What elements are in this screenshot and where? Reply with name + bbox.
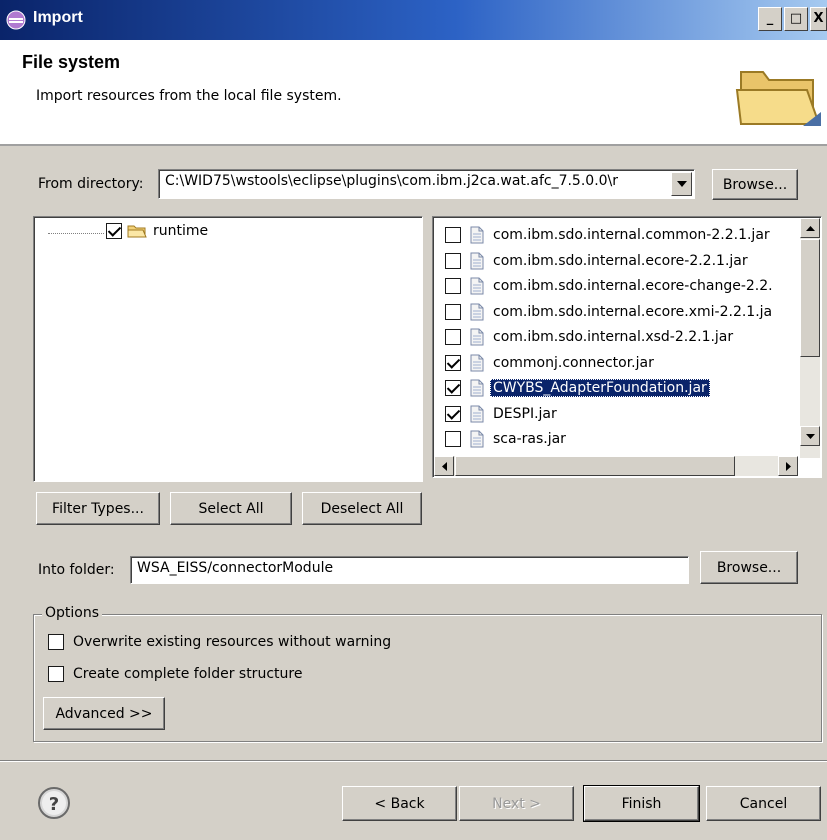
chevron-down-icon bbox=[676, 181, 687, 187]
file-icon bbox=[470, 252, 484, 269]
file-checkbox[interactable] bbox=[445, 354, 461, 371]
file-list-item[interactable]: sca-ras.jar bbox=[445, 427, 569, 451]
folder-icon bbox=[127, 225, 147, 238]
overwrite-label: Overwrite existing resources without war… bbox=[73, 634, 392, 650]
file-list-item[interactable]: CWYBS_AdapterFoundation.jar bbox=[445, 376, 710, 400]
file-name: DESPI.jar bbox=[493, 405, 557, 422]
file-name: com.ibm.sdo.internal.ecore-change-2.2. bbox=[493, 278, 773, 294]
file-name: com.ibm.sdo.internal.xsd-2.2.1.jar bbox=[493, 329, 734, 345]
file-icon bbox=[470, 277, 484, 295]
tree-item-label: runtime bbox=[153, 223, 209, 239]
into-folder-label: Into folder: bbox=[38, 562, 115, 578]
options-legend: Options bbox=[42, 605, 103, 621]
file-list-item[interactable]: com.ibm.sdo.internal.ecore-change-2.2. bbox=[445, 274, 776, 298]
file-checkbox[interactable] bbox=[445, 380, 461, 396]
tree-item-runtime[interactable]: runtime bbox=[106, 223, 208, 239]
tree-item-checkbox[interactable] bbox=[106, 223, 122, 239]
tree-connector bbox=[48, 233, 104, 234]
file-list-item[interactable]: com.ibm.sdo.internal.ecore-2.2.1.jar bbox=[445, 249, 751, 273]
minimize-button[interactable]: _ bbox=[758, 7, 782, 31]
create-structure-option[interactable]: Create complete folder structure bbox=[48, 666, 302, 682]
file-list-item[interactable]: com.ibm.sdo.internal.common-2.2.1.jar bbox=[445, 223, 773, 247]
page-description: Import resources from the local file sys… bbox=[36, 88, 342, 104]
file-checkbox[interactable] bbox=[445, 227, 461, 243]
import-dialog: Import _ □ X File system Import resource… bbox=[0, 0, 827, 840]
into-folder-input[interactable]: WSA_EISS/connectorModule bbox=[130, 556, 689, 584]
into-folder-value: WSA_EISS/connectorModule bbox=[137, 560, 334, 576]
vertical-scroll-thumb[interactable] bbox=[800, 239, 820, 357]
file-list-item[interactable]: commonj.connector.jar bbox=[445, 351, 657, 375]
file-checkbox[interactable] bbox=[445, 252, 461, 269]
horizontal-scroll-thumb[interactable] bbox=[455, 456, 735, 476]
file-checkbox[interactable] bbox=[445, 431, 461, 447]
folder-icon bbox=[735, 71, 821, 126]
file-checkbox[interactable] bbox=[445, 278, 461, 294]
file-list-item[interactable]: DESPI.jar bbox=[445, 402, 560, 426]
scroll-down-button[interactable] bbox=[800, 426, 820, 446]
title-bar: Import _ □ X bbox=[0, 0, 827, 40]
page-title: File system bbox=[22, 52, 121, 72]
cancel-button[interactable]: Cancel bbox=[706, 786, 821, 821]
browse-directory-button[interactable]: Browse... bbox=[712, 169, 798, 200]
file-name: commonj.connector.jar bbox=[493, 354, 654, 371]
eclipse-icon bbox=[6, 10, 26, 30]
browse-folder-button[interactable]: Browse... bbox=[700, 551, 798, 584]
file-list-item[interactable]: com.ibm.sdo.internal.xsd-2.2.1.jar bbox=[445, 325, 736, 349]
close-button[interactable]: X bbox=[810, 7, 827, 31]
file-list[interactable]: com.ibm.sdo.internal.common-2.2.1.jar com… bbox=[432, 216, 822, 478]
select-all-button[interactable]: Select All bbox=[170, 492, 292, 525]
file-checkbox[interactable] bbox=[445, 329, 461, 345]
file-checkbox[interactable] bbox=[445, 303, 461, 320]
footer-separator bbox=[0, 760, 827, 762]
file-icon bbox=[470, 226, 484, 244]
file-icon bbox=[470, 328, 484, 346]
file-icon bbox=[470, 430, 484, 448]
file-name: com.ibm.sdo.internal.ecore.xmi-2.2.1.ja bbox=[493, 303, 773, 320]
arrow-left-icon bbox=[441, 461, 447, 471]
advanced-button[interactable]: Advanced >> bbox=[43, 697, 165, 730]
file-icon bbox=[470, 354, 484, 371]
file-icon bbox=[470, 303, 484, 320]
filter-types-button[interactable]: Filter Types... bbox=[36, 492, 160, 525]
finish-button[interactable]: Finish bbox=[583, 785, 700, 822]
scroll-right-button[interactable] bbox=[778, 456, 798, 476]
overwrite-checkbox[interactable] bbox=[48, 634, 64, 650]
maximize-button[interactable]: □ bbox=[784, 7, 808, 31]
window-title: Import bbox=[33, 9, 83, 26]
file-checkbox[interactable] bbox=[445, 405, 461, 422]
horizontal-scrollbar[interactable] bbox=[434, 456, 798, 476]
overwrite-option[interactable]: Overwrite existing resources without war… bbox=[48, 634, 391, 650]
from-directory-label: From directory: bbox=[38, 176, 144, 192]
arrow-right-icon bbox=[785, 461, 791, 471]
vertical-scrollbar[interactable] bbox=[800, 218, 820, 458]
file-list-item[interactable]: com.ibm.sdo.internal.ecore.xmi-2.2.1.ja bbox=[445, 300, 775, 324]
next-button[interactable]: Next > bbox=[459, 786, 574, 821]
deselect-all-button[interactable]: Deselect All bbox=[302, 492, 422, 525]
scroll-up-button[interactable] bbox=[800, 218, 820, 238]
folder-tree[interactable]: runtime bbox=[33, 216, 423, 482]
help-icon[interactable]: ? bbox=[37, 786, 71, 820]
file-name: CWYBS_AdapterFoundation.jar bbox=[490, 379, 710, 397]
arrow-down-icon bbox=[805, 433, 815, 439]
file-icon bbox=[470, 405, 484, 422]
scroll-left-button[interactable] bbox=[434, 456, 454, 476]
create-structure-label: Create complete folder structure bbox=[73, 666, 303, 682]
from-directory-combo[interactable]: C:\WID75\wstools\eclipse\plugins\com.ibm… bbox=[158, 169, 695, 199]
wizard-header: File system Import resources from the lo… bbox=[0, 40, 827, 146]
file-icon bbox=[470, 379, 484, 397]
back-button[interactable]: < Back bbox=[342, 786, 457, 821]
from-directory-value: C:\WID75\wstools\eclipse\plugins\com.ibm… bbox=[165, 173, 619, 189]
combo-dropdown-button[interactable] bbox=[671, 172, 692, 196]
file-name: com.ibm.sdo.internal.common-2.2.1.jar bbox=[493, 227, 770, 243]
create-structure-checkbox[interactable] bbox=[48, 666, 64, 682]
arrow-up-icon bbox=[805, 225, 815, 231]
file-name: sca-ras.jar bbox=[493, 431, 566, 447]
file-name: com.ibm.sdo.internal.ecore-2.2.1.jar bbox=[493, 252, 748, 269]
svg-text:?: ? bbox=[49, 794, 59, 815]
